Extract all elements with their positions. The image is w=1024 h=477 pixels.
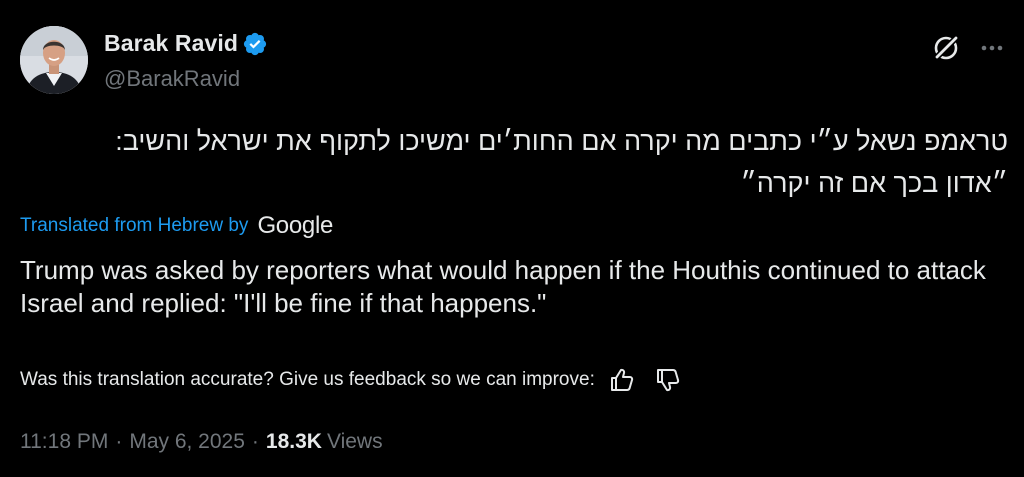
tweet-original-line: טראמפ נשאל ע״י כתבים מה יקרה אם החות׳ים … [115, 126, 1008, 156]
tweet-original-text: טראמפ נשאל ע״י כתבים מה יקרה אם החות׳ים … [20, 120, 1008, 204]
verified-badge-icon[interactable] [242, 31, 268, 57]
meta-separator: · [251, 430, 259, 453]
views-label: Views [326, 430, 383, 453]
more-options-icon[interactable] [975, 36, 1009, 60]
avatar[interactable] [20, 26, 88, 94]
tweet-time[interactable]: 11:18 PM [20, 430, 108, 454]
tweet: Barak Ravid @BarakRavid טראמפ נשאל ע״י כ… [0, 0, 1024, 477]
translated-from-label: Translated from Hebrew by [20, 215, 249, 236]
tweet-meta: 11:18 PM · May 6, 2025 · 18.3K Views [20, 430, 383, 454]
google-logo: Google [257, 212, 334, 239]
thumbs-up-icon[interactable] [608, 366, 636, 394]
tweet-translation-text: Trump was asked by reporters what would … [20, 255, 986, 318]
author-display-name[interactable]: Barak Ravid [104, 30, 238, 57]
tweet-date[interactable]: May 6, 2025 [129, 430, 245, 454]
translation-feedback: Was this translation accurate? Give us f… [20, 366, 682, 394]
author-name-row: Barak Ravid [104, 30, 268, 57]
views-count[interactable]: 18.3K [266, 430, 322, 454]
feedback-prompt: Was this translation accurate? Give us f… [20, 369, 595, 390]
meta-separator: · [115, 430, 123, 453]
avatar-photo [20, 26, 88, 94]
translated-by-link[interactable]: Translated from Hebrew by Google [20, 212, 333, 240]
thumbs-down-icon[interactable] [654, 366, 682, 394]
author-handle[interactable]: @BarakRavid [104, 66, 240, 92]
tweet-original-line: ״אדון בכך אם זה יקרה״ [740, 168, 1009, 198]
grok-icon[interactable] [930, 32, 962, 64]
